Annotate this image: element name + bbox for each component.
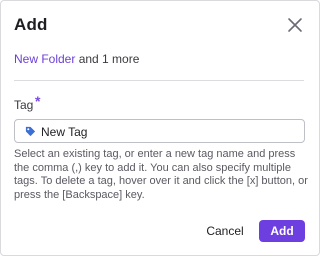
tag-chip[interactable]: New Tag xyxy=(25,124,87,139)
divider xyxy=(14,80,304,81)
cancel-button[interactable]: Cancel xyxy=(203,220,247,242)
tag-input[interactable]: New Tag xyxy=(14,119,305,143)
add-tag-dialog: Add New Folder and 1 more Tag * New Tag … xyxy=(0,0,320,256)
required-marker: * xyxy=(35,93,41,109)
close-icon[interactable] xyxy=(285,15,305,35)
target-item-more: and 1 more xyxy=(75,52,140,66)
tag-field-label: Tag xyxy=(14,98,34,112)
dialog-title: Add xyxy=(14,15,48,34)
add-button[interactable]: Add xyxy=(259,220,305,242)
help-text: Select an existing tag, or enter a new t… xyxy=(14,148,308,201)
tag-chip-label: New Tag xyxy=(41,124,88,139)
target-items-summary: New Folder and 1 more xyxy=(14,52,139,66)
tag-icon xyxy=(25,126,36,137)
target-item-link[interactable]: New Folder xyxy=(14,52,75,66)
